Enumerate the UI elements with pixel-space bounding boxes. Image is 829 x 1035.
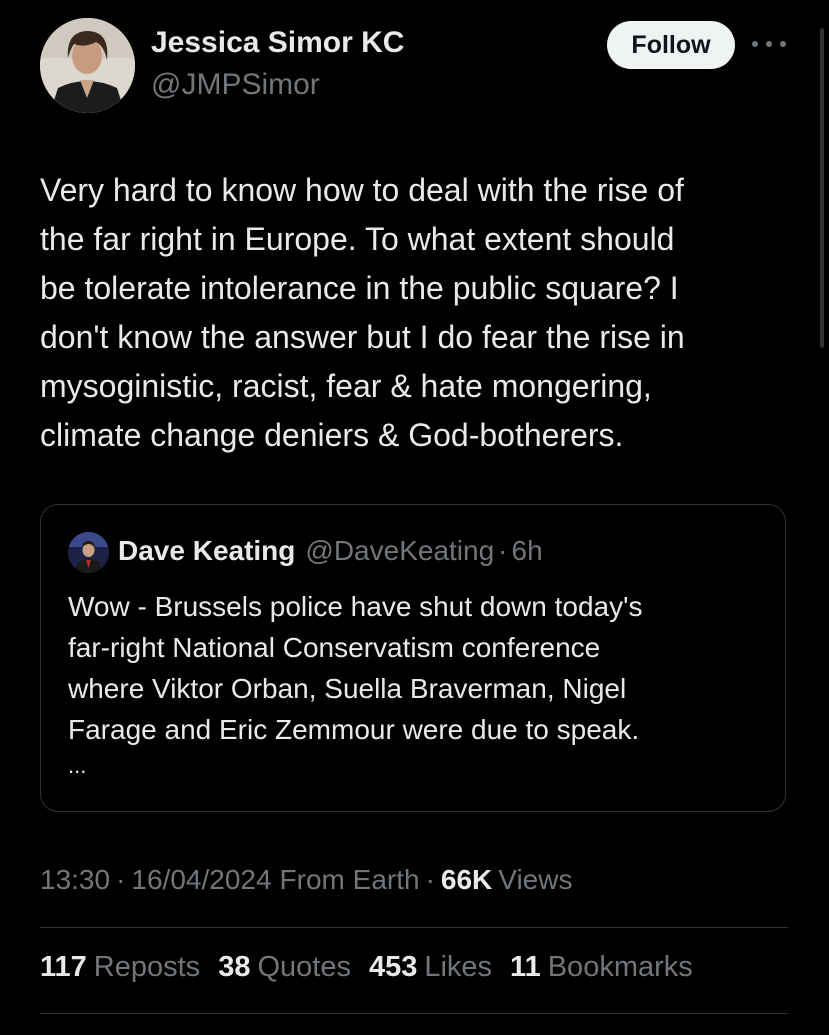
- quoted-timestamp[interactable]: 6h: [512, 535, 543, 567]
- bookmarks-stat[interactable]: 11 Bookmarks: [510, 951, 693, 984]
- quoted-separator: ·: [498, 535, 508, 566]
- tweet-stats: 117 Reposts 38 Quotes 453 Likes 11 Bookm…: [40, 951, 711, 984]
- quoted-author-handle[interactable]: @DaveKeating: [305, 535, 494, 567]
- quoted-tweet-text: Wow - Brussels police have shut down tod…: [68, 591, 643, 745]
- views-count[interactable]: 66K: [441, 864, 492, 896]
- likes-label: Likes: [424, 951, 493, 983]
- tweet-header: Jessica Simor KC @JMPSimor Follow: [40, 18, 790, 114]
- more-options-icon[interactable]: [752, 34, 786, 54]
- tweet-date[interactable]: 16/04/2024: [131, 864, 271, 896]
- likes-count: 453: [368, 951, 418, 983]
- reposts-count: 117: [40, 951, 87, 983]
- meta-separator: ·: [116, 864, 126, 895]
- author-avatar-image: [40, 18, 135, 113]
- divider-bottom: [40, 1013, 788, 1014]
- bookmarks-label: Bookmarks: [547, 951, 693, 983]
- tweet-text: Very hard to know how to deal with the r…: [40, 172, 685, 453]
- tweet-time[interactable]: 13:30: [40, 864, 110, 896]
- quoted-author-name[interactable]: Dave Keating: [118, 535, 295, 567]
- quoted-tweet-header: Dave Keating @DaveKeating · 6h: [118, 535, 543, 567]
- quoted-tweet-ellipsis: ...: [68, 753, 87, 778]
- quotes-label: Quotes: [257, 951, 351, 983]
- tweet-meta: 13:30 · 16/04/2024 From Earth · 66K View…: [40, 864, 572, 896]
- quotes-stat[interactable]: 38 Quotes: [218, 951, 351, 984]
- author-handle[interactable]: @JMPSimor: [151, 68, 320, 102]
- author-name[interactable]: Jessica Simor KC: [151, 26, 404, 60]
- likes-stat[interactable]: 453 Likes: [369, 951, 492, 984]
- reposts-stat[interactable]: 117 Reposts: [40, 951, 200, 984]
- quoted-avatar-image: [68, 532, 109, 573]
- meta-separator-2: ·: [425, 864, 435, 895]
- tweet-source: From Earth: [279, 864, 420, 895]
- scrollbar[interactable]: [820, 28, 824, 348]
- quoted-tweet-card[interactable]: Dave Keating @DaveKeating · 6h Wow - Bru…: [40, 504, 786, 812]
- follow-button[interactable]: Follow: [607, 21, 735, 69]
- bookmarks-count: 11: [510, 951, 541, 983]
- quoted-author-avatar[interactable]: [68, 532, 109, 573]
- reposts-label: Reposts: [93, 951, 201, 983]
- divider: [40, 927, 788, 928]
- author-avatar[interactable]: [40, 18, 135, 113]
- views-label: Views: [498, 864, 573, 895]
- quotes-count: 38: [218, 951, 251, 983]
